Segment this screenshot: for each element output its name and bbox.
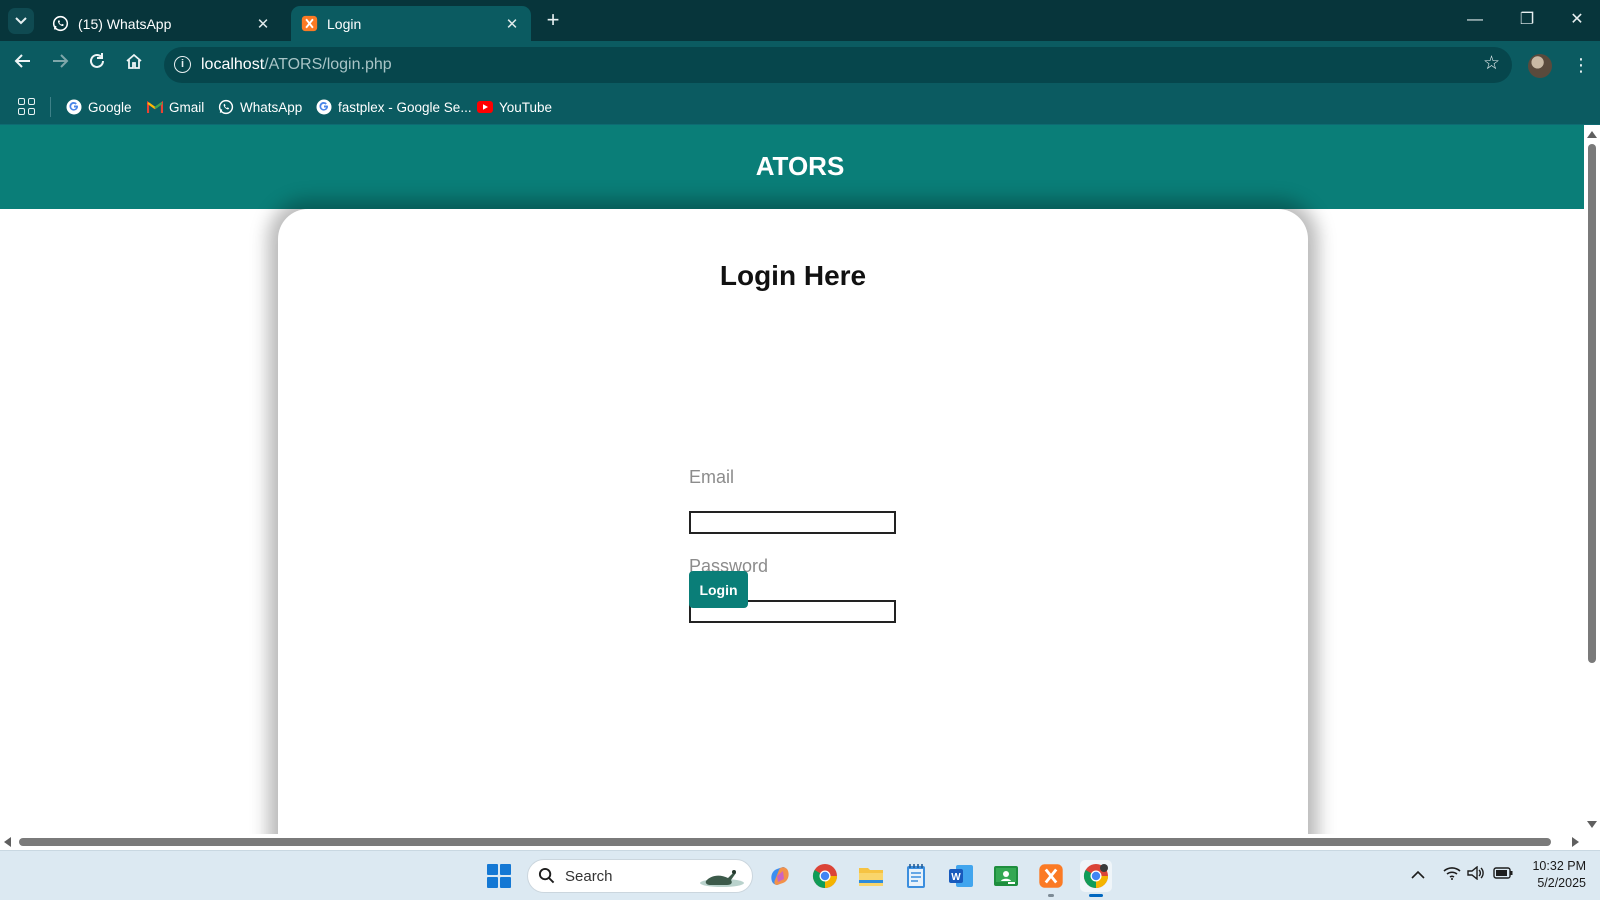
- bookmark-google[interactable]: Google: [66, 96, 132, 118]
- tab-title: Login: [327, 15, 362, 32]
- browser-tab-bar: (15) WhatsApp ✕ Login ✕ + — ❐ ✕: [0, 0, 1600, 41]
- taskbar-search[interactable]: Search: [527, 859, 753, 893]
- word-icon[interactable]: W: [945, 860, 977, 892]
- home-button[interactable]: [120, 51, 148, 79]
- arrow-right-icon: [53, 54, 69, 68]
- reload-icon: [90, 53, 104, 68]
- browser-menu-icon[interactable]: ⋮: [1572, 51, 1590, 79]
- taskbar-clock[interactable]: 10:32 PM 5/2/2025: [1516, 858, 1586, 892]
- scroll-up-icon[interactable]: [1587, 131, 1597, 138]
- vertical-scroll-thumb[interactable]: [1588, 144, 1596, 663]
- site-info-icon[interactable]: i: [174, 56, 191, 73]
- site-title: ATORS: [755, 151, 845, 181]
- bookmark-label: YouTube: [499, 99, 553, 115]
- clock-time: 10:32 PM: [1532, 859, 1586, 873]
- close-window-button[interactable]: ✕: [1562, 6, 1592, 34]
- notepad-icon[interactable]: [900, 860, 932, 892]
- page-viewport: ATORS Login Here Email Password Login: [0, 125, 1584, 834]
- bookmark-fastplex[interactable]: fastplex - Google Se...: [316, 96, 472, 118]
- bookmark-label: fastplex - Google Se...: [338, 99, 472, 115]
- chrome-icon[interactable]: [1080, 860, 1112, 897]
- login-card: Login Here Email Password Login: [278, 209, 1308, 834]
- url-path: /ATORS/login.php: [264, 56, 392, 73]
- horizontal-scroll-thumb[interactable]: [19, 838, 1551, 846]
- url-text[interactable]: localhost/ATORS/login.php: [201, 56, 392, 74]
- file-explorer-icon[interactable]: [855, 860, 887, 892]
- login-button[interactable]: Login: [689, 571, 748, 608]
- email-field[interactable]: [689, 511, 896, 534]
- search-highlight-icon: [700, 870, 744, 887]
- browser-toolbar: i localhost/ATORS/login.php ☆: [0, 41, 1600, 89]
- wifi-icon[interactable]: [1443, 866, 1461, 883]
- battery-icon[interactable]: [1493, 866, 1513, 882]
- svg-text:W: W: [951, 872, 961, 883]
- arrow-left-icon: [14, 54, 30, 68]
- google-icon: [316, 99, 332, 115]
- clock-date: 5/2/2025: [1537, 876, 1586, 890]
- bookmarks-bar: Google Gmail WhatsApp fastplex - Google …: [0, 89, 1600, 125]
- youtube-icon: [477, 99, 493, 115]
- bookmarks-divider: [50, 97, 51, 117]
- xampp-icon: [301, 15, 318, 32]
- bookmark-label: WhatsApp: [240, 99, 303, 115]
- apps-grid-icon[interactable]: [18, 98, 35, 115]
- horizontal-scrollbar[interactable]: [0, 834, 1600, 850]
- bookmark-label: Google: [88, 99, 132, 115]
- windows-start-icon[interactable]: [487, 864, 511, 888]
- minimize-button[interactable]: —: [1460, 6, 1490, 34]
- chrome-icon[interactable]: [809, 860, 841, 892]
- classroom-icon[interactable]: [990, 860, 1022, 892]
- home-icon: [126, 53, 142, 69]
- whatsapp-icon: [52, 15, 69, 32]
- tab-login[interactable]: Login ✕: [291, 6, 531, 41]
- tab-whatsapp[interactable]: (15) WhatsApp ✕: [42, 6, 282, 41]
- scroll-down-icon[interactable]: [1587, 821, 1597, 828]
- bookmark-youtube[interactable]: YouTube: [477, 96, 552, 118]
- bookmark-gmail[interactable]: Gmail: [147, 96, 204, 118]
- restore-button[interactable]: ❐: [1512, 6, 1542, 34]
- copilot-icon[interactable]: [764, 860, 796, 892]
- back-button[interactable]: [9, 51, 37, 79]
- reload-button[interactable]: [83, 51, 111, 79]
- close-tab-icon[interactable]: ✕: [503, 15, 521, 33]
- google-icon: [66, 99, 82, 115]
- search-icon: [538, 867, 555, 884]
- email-label: Email: [689, 467, 735, 487]
- xampp-icon[interactable]: [1035, 860, 1067, 897]
- page-title: Login Here: [719, 260, 867, 291]
- scroll-left-icon[interactable]: [4, 837, 11, 847]
- tab-title: (15) WhatsApp: [78, 15, 172, 32]
- bookmark-star-icon[interactable]: ☆: [1483, 52, 1500, 75]
- chevron-up-icon[interactable]: [1411, 866, 1425, 882]
- forward-button[interactable]: [46, 51, 74, 79]
- close-tab-icon[interactable]: ✕: [254, 15, 272, 33]
- search-label: Search: [565, 868, 613, 885]
- vertical-scrollbar[interactable]: [1584, 125, 1600, 834]
- bookmark-label: Gmail: [169, 99, 205, 115]
- whatsapp-icon: [218, 99, 234, 115]
- volume-icon[interactable]: [1467, 865, 1485, 883]
- tab-search-button[interactable]: [8, 8, 34, 34]
- address-bar[interactable]: i localhost/ATORS/login.php ☆: [164, 47, 1512, 83]
- gmail-icon: [147, 99, 163, 115]
- new-tab-button[interactable]: +: [540, 8, 566, 34]
- chevron-down-icon: [15, 17, 27, 25]
- scroll-right-icon[interactable]: [1572, 837, 1579, 847]
- url-host: localhost: [201, 56, 265, 73]
- bookmark-whatsapp[interactable]: WhatsApp: [218, 96, 302, 118]
- profile-avatar[interactable]: [1528, 54, 1552, 78]
- windows-taskbar: Search W 10:32 PM 5/2/2025: [0, 850, 1600, 900]
